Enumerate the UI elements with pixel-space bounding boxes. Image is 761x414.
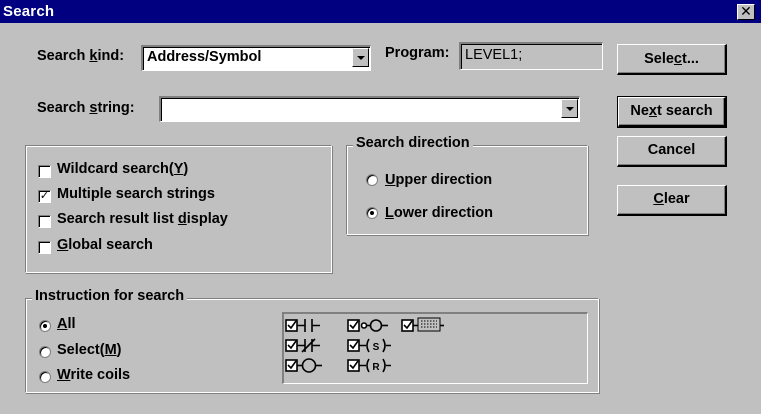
upper-direction-label[interactable]: Upper direction bbox=[385, 172, 492, 188]
search-kind-value: Address/Symbol bbox=[147, 49, 262, 65]
set-coil-icon[interactable] bbox=[347, 338, 391, 353]
close-button[interactable]: ✕ bbox=[737, 4, 755, 20]
instruction-symbols-svg: S R bbox=[285, 317, 444, 373]
select-m-label[interactable]: Select(M) bbox=[57, 342, 122, 358]
search-string-label: Search string: bbox=[37, 100, 135, 116]
cancel-button[interactable]: Cancel bbox=[617, 136, 727, 167]
nc-contact-icon[interactable] bbox=[285, 338, 320, 353]
multiple-search-strings-label[interactable]: Multiple search strings bbox=[57, 186, 215, 202]
program-field: LEVEL1; bbox=[459, 42, 603, 70]
lower-direction-label[interactable]: Lower direction bbox=[385, 205, 493, 221]
search-kind-label: Search kind: bbox=[37, 48, 125, 64]
search-direction-title: Search direction bbox=[353, 135, 473, 151]
all-label[interactable]: All bbox=[57, 316, 76, 332]
function-block-icon[interactable] bbox=[401, 317, 444, 332]
write-coils-radio[interactable] bbox=[39, 371, 51, 383]
search-dialog: Search ✕ Search kind: Address/Symbol Pro… bbox=[0, 0, 761, 414]
chevron-down-icon[interactable] bbox=[352, 48, 369, 67]
clear-button[interactable]: Clear bbox=[617, 185, 727, 216]
chevron-down-icon[interactable] bbox=[561, 99, 578, 118]
checkmark-icon: ✓ bbox=[39, 190, 50, 202]
window-title: Search bbox=[3, 3, 55, 20]
close-icon: ✕ bbox=[740, 3, 752, 19]
reset-coil-letter: R bbox=[372, 362, 380, 373]
search-result-list-display-label[interactable]: Search result list display bbox=[57, 211, 228, 227]
global-search-checkbox[interactable] bbox=[38, 241, 51, 254]
search-string-combobox[interactable] bbox=[159, 96, 580, 122]
select-m-radio[interactable] bbox=[39, 346, 51, 358]
lower-direction-radio[interactable] bbox=[366, 207, 378, 219]
all-radio[interactable] bbox=[39, 320, 51, 332]
reset-coil-icon[interactable] bbox=[347, 358, 391, 373]
coil-output-icon[interactable] bbox=[347, 319, 388, 332]
output-coil-icon[interactable] bbox=[285, 358, 322, 373]
set-coil-letter: S bbox=[373, 342, 380, 353]
title-bar[interactable]: Search ✕ bbox=[0, 0, 761, 23]
program-label: Program: bbox=[385, 45, 450, 61]
wildcard-search-checkbox[interactable] bbox=[38, 165, 51, 178]
write-coils-label[interactable]: Write coils bbox=[57, 367, 130, 383]
program-value: LEVEL1; bbox=[465, 47, 523, 63]
search-kind-dropdown[interactable]: Address/Symbol bbox=[141, 45, 371, 71]
select-button[interactable]: Select... bbox=[617, 44, 727, 75]
search-direction-group bbox=[346, 145, 588, 235]
instruction-for-search-title: Instruction for search bbox=[32, 288, 188, 304]
upper-direction-radio[interactable] bbox=[366, 174, 378, 186]
global-search-label[interactable]: Global search bbox=[57, 237, 153, 253]
no-contact-icon[interactable] bbox=[285, 319, 320, 332]
multiple-search-strings-checkbox[interactable]: ✓ bbox=[38, 190, 51, 203]
wildcard-search-label[interactable]: Wildcard search(Y) bbox=[57, 161, 188, 177]
instruction-symbol-list: S R bbox=[282, 312, 588, 384]
search-result-list-display-checkbox[interactable] bbox=[38, 215, 51, 228]
next-search-button[interactable]: Next search bbox=[617, 96, 727, 128]
